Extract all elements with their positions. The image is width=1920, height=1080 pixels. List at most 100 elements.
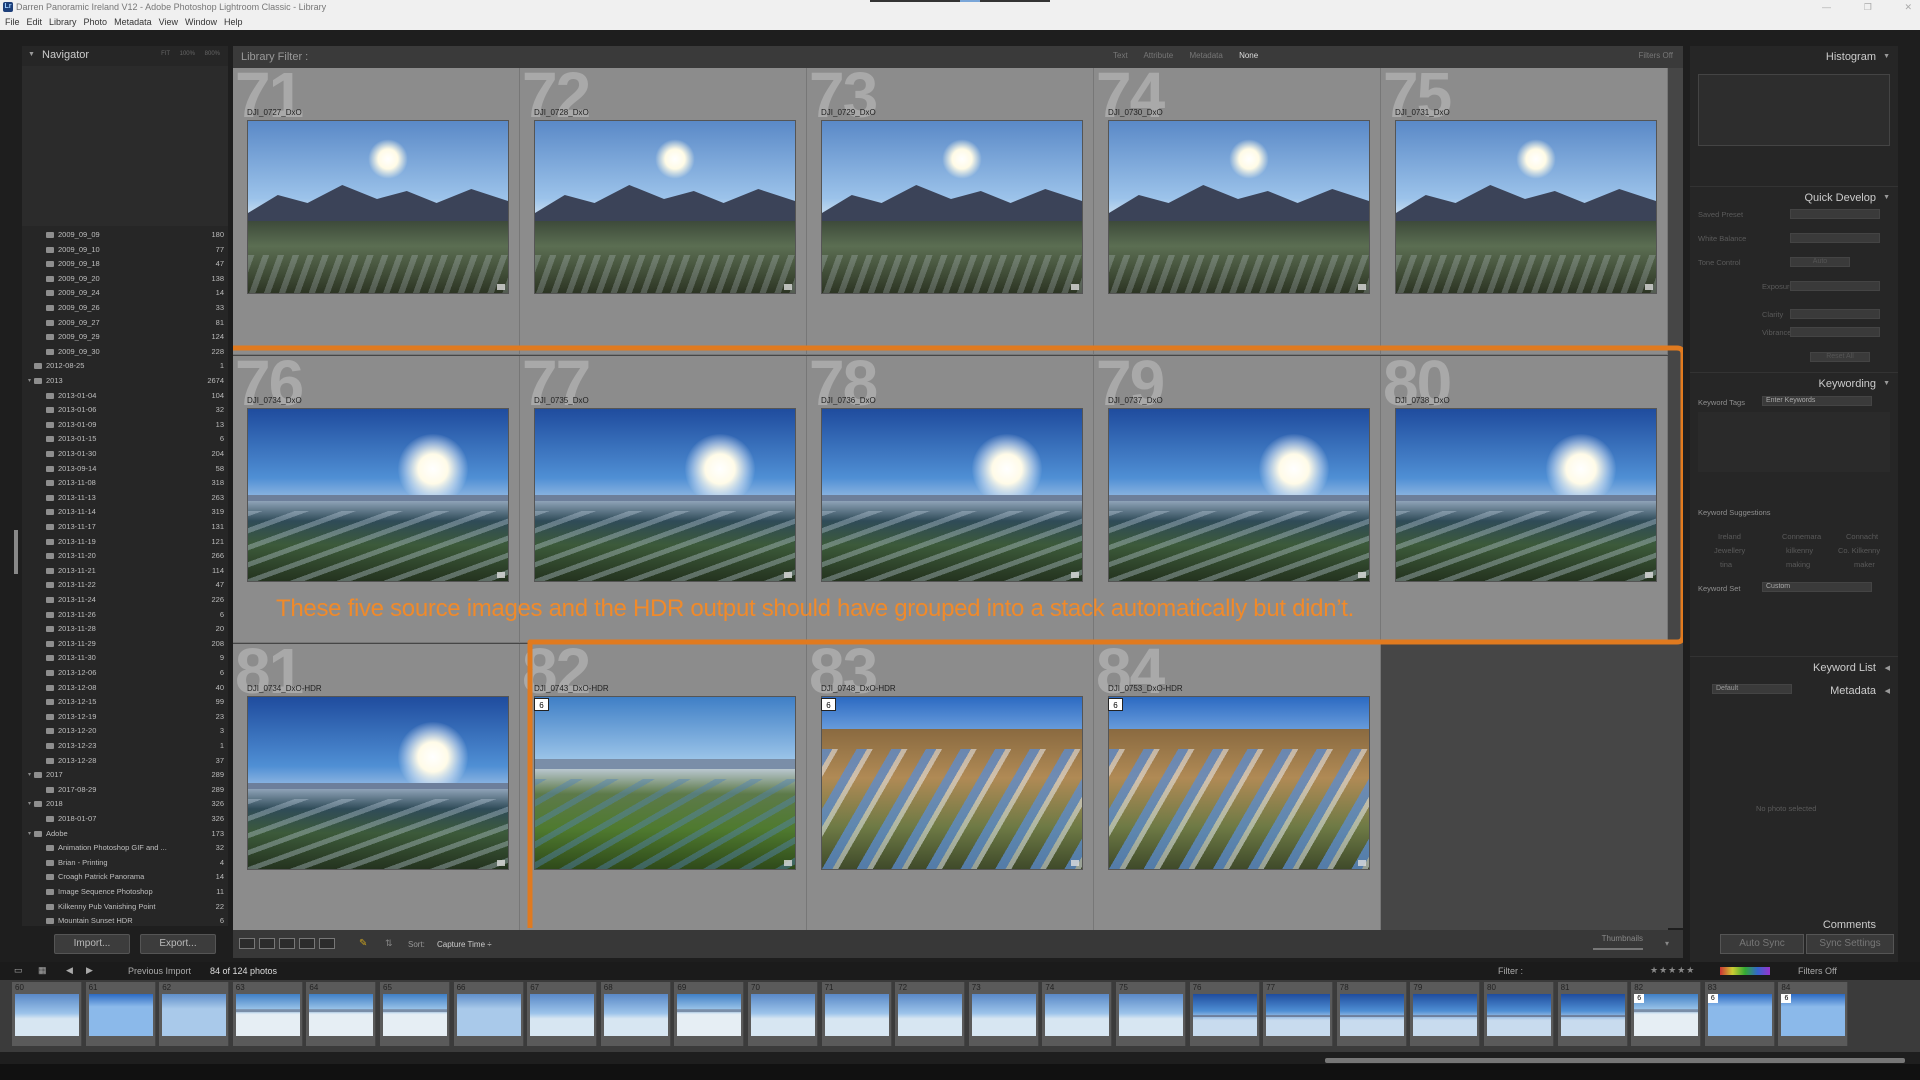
filmstrip-cell[interactable]: 70 — [748, 982, 818, 1046]
filters-off-dropdown[interactable]: Filters Off — [1798, 966, 1837, 976]
close-button[interactable]: ✕ — [1904, 0, 1912, 14]
folder-row[interactable]: 2013-11-19 121 — [22, 535, 228, 549]
photo-thumbnail[interactable] — [1108, 696, 1370, 870]
filmstrip-cell[interactable]: 80 — [1484, 982, 1554, 1046]
menu-photo[interactable]: Photo — [84, 17, 108, 27]
filter-metadata-tab[interactable]: Metadata — [1189, 51, 1222, 60]
filmstrip-thumbnail[interactable] — [88, 994, 153, 1036]
filmstrip-thumbnail[interactable] — [1045, 994, 1110, 1036]
minimize-button[interactable]: — — [1822, 0, 1831, 14]
navigator-header[interactable]: ▼ Navigator FIT 100% 800% — [22, 46, 228, 64]
folder-row[interactable]: 2013-11-20 266 — [22, 549, 228, 563]
folder-row[interactable]: 2009_09_09 180 — [22, 228, 228, 242]
folder-row[interactable]: ▾ Adobe 173 — [22, 827, 228, 841]
expand-triangle-icon[interactable]: ▾ — [28, 827, 31, 841]
suggestion-keyword[interactable]: Jewellery — [1714, 546, 1745, 555]
folder-row[interactable]: 2009_09_10 77 — [22, 243, 228, 257]
filmstrip-cell[interactable]: 84 6 — [1778, 982, 1849, 1046]
folder-row[interactable]: Croagh Patrick Panorama 14 — [22, 870, 228, 884]
star-rating-filter[interactable]: ★★★★★ — [1650, 965, 1695, 976]
filmstrip-cell[interactable]: 67 — [527, 982, 598, 1046]
sort-dropdown[interactable]: Capture Time ÷ — [437, 940, 492, 949]
folder-row[interactable]: 2009_09_26 33 — [22, 301, 228, 315]
filmstrip-cell[interactable]: 77 — [1263, 982, 1334, 1046]
filmstrip-thumbnail[interactable] — [15, 994, 79, 1036]
menu-file[interactable]: File — [5, 17, 20, 27]
filter-none-tab[interactable]: None — [1239, 51, 1258, 60]
menu-help[interactable]: Help — [224, 17, 243, 27]
filmstrip-thumbnail[interactable] — [751, 994, 815, 1036]
filmstrip-thumbnail[interactable] — [309, 994, 374, 1036]
folder-row[interactable]: 2013-01-09 13 — [22, 418, 228, 432]
folder-row[interactable]: 2013-01-15 6 — [22, 432, 228, 446]
filmstrip-thumbnail[interactable] — [235, 994, 300, 1036]
folder-row[interactable]: 2013-11-14 319 — [22, 505, 228, 519]
menu-window[interactable]: Window — [185, 17, 217, 27]
menu-edit[interactable]: Edit — [27, 17, 43, 27]
folder-row[interactable]: Brian - Printing 4 — [22, 856, 228, 870]
folder-row[interactable]: 2009_09_24 14 — [22, 286, 228, 300]
keywording-header[interactable]: Keywording ▼ — [1690, 372, 1898, 394]
folder-row[interactable]: 2013-11-08 318 — [22, 476, 228, 490]
comments-header[interactable]: Comments — [1690, 918, 1898, 934]
toolbar-menu-icon[interactable]: ▾ — [1665, 939, 1669, 948]
filmstrip-thumbnail[interactable] — [971, 994, 1036, 1036]
filmstrip-cell[interactable]: 61 — [85, 982, 156, 1046]
suggestion-keyword[interactable]: Connemara — [1782, 532, 1821, 541]
import-button[interactable]: Import... — [54, 934, 130, 954]
photo-thumbnail[interactable] — [534, 696, 796, 870]
folder-row[interactable]: 2013-12-23 1 — [22, 739, 228, 753]
filmstrip-thumbnail[interactable] — [383, 994, 447, 1036]
color-label-filter[interactable] — [1720, 967, 1770, 975]
white-balance-dropdown[interactable] — [1790, 233, 1880, 243]
photo-thumbnail[interactable] — [1395, 408, 1657, 582]
suggestion-keyword[interactable]: kilkenny — [1786, 546, 1813, 555]
export-button[interactable]: Export... — [140, 934, 216, 954]
folder-row[interactable]: 2013-11-21 114 — [22, 564, 228, 578]
thumbnail-size-slider[interactable] — [1593, 948, 1643, 950]
suggestion-keyword[interactable]: tina — [1720, 560, 1732, 569]
folder-row[interactable]: 2009_09_30 228 — [22, 345, 228, 359]
compare-view-button[interactable] — [279, 938, 295, 949]
menu-library[interactable]: Library — [49, 17, 77, 27]
keyword-tags-textarea[interactable] — [1698, 412, 1890, 472]
filmstrip-cell[interactable]: 75 — [1116, 982, 1186, 1046]
photo-thumbnail[interactable] — [1108, 408, 1370, 582]
folder-row[interactable]: 2013-01-30 204 — [22, 447, 228, 461]
keyword-set-dropdown[interactable]: Custom — [1762, 582, 1872, 592]
suggestion-keyword[interactable]: Ireland — [1718, 532, 1741, 541]
secondary-display-icon[interactable]: ▭ — [14, 965, 23, 976]
folder-row[interactable]: 2009_09_29 124 — [22, 330, 228, 344]
filmstrip-scrollbar[interactable] — [1325, 1058, 1905, 1063]
loupe-view-button[interactable] — [259, 938, 275, 949]
folder-row[interactable]: 2012-08-25 1 — [22, 359, 228, 373]
reset-all-button[interactable]: Reset All — [1810, 352, 1870, 362]
folder-row[interactable]: 2009_09_18 47 — [22, 257, 228, 271]
filmstrip-cell[interactable]: 81 — [1557, 982, 1628, 1046]
folder-row[interactable]: 2013-12-28 37 — [22, 754, 228, 768]
folder-row[interactable]: 2018-01-07 326 — [22, 812, 228, 826]
folder-row[interactable]: 2009_09_27 81 — [22, 316, 228, 330]
filmstrip-thumbnail[interactable] — [1192, 994, 1257, 1036]
folder-row[interactable]: 2013-01-06 32 — [22, 403, 228, 417]
stack-count-badge[interactable]: 6 — [821, 698, 836, 711]
suggestion-keyword[interactable]: maker — [1854, 560, 1875, 569]
expand-triangle-icon[interactable]: ▾ — [28, 374, 31, 388]
sync-settings-button[interactable]: Sync Settings — [1806, 934, 1894, 954]
forward-arrow-icon[interactable]: ▶ — [86, 965, 93, 976]
filter-attribute-tab[interactable]: Attribute — [1143, 51, 1173, 60]
filmstrip-cell[interactable]: 62 — [159, 982, 230, 1046]
photo-thumbnail[interactable] — [534, 408, 796, 582]
folder-row[interactable]: ▾ 2018 326 — [22, 797, 228, 811]
folder-row[interactable]: Mountain Sunset HDR 6 — [22, 914, 228, 926]
filmstrip-cell[interactable]: 83 6 — [1704, 982, 1775, 1046]
filmstrip-thumbnail[interactable] — [1266, 994, 1331, 1036]
filmstrip-source[interactable]: Previous Import — [128, 966, 191, 976]
suggestion-keyword[interactable]: Co. Kilkenny — [1838, 546, 1880, 555]
filmstrip-thumbnail[interactable] — [456, 994, 521, 1036]
saved-preset-dropdown[interactable] — [1790, 209, 1880, 219]
filmstrip-cell[interactable]: 78 — [1336, 982, 1407, 1046]
photo-thumbnail[interactable] — [821, 696, 1083, 870]
folder-row[interactable]: Animation Photoshop GIF and ... 32 — [22, 841, 228, 855]
filmstrip-thumbnail[interactable] — [677, 994, 742, 1036]
